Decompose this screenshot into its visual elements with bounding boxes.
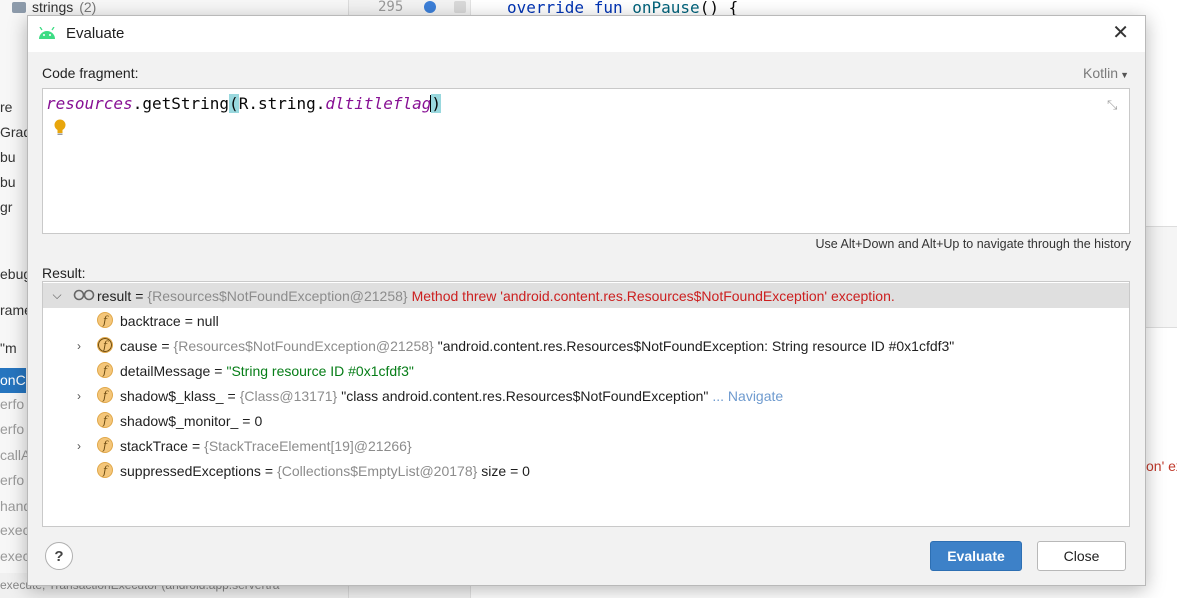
close-icon[interactable]: ✕ xyxy=(1112,22,1129,44)
chevron-down-icon[interactable]: ⌵ xyxy=(51,288,63,303)
bg-panel-item[interactable]: erfo xyxy=(0,392,30,417)
field-ref: {StackTraceElement[19]@21266} xyxy=(204,437,412,454)
field-row[interactable]: f backtrace = null xyxy=(43,308,1129,333)
android-icon xyxy=(39,27,55,39)
field-name: stackTrace xyxy=(120,437,188,454)
code-method: getString xyxy=(142,94,230,113)
field-eq: = xyxy=(184,312,193,329)
field-row[interactable]: › f cause = {Resources$NotFoundException@212… xyxy=(43,333,1129,358)
console-error-fragment: on' ex xyxy=(1146,458,1177,474)
field-eq: = xyxy=(242,412,251,429)
tree-node-count: (2) xyxy=(79,0,97,15)
chevron-right-icon[interactable]: › xyxy=(73,339,85,353)
watch-result-icon xyxy=(73,289,95,301)
navigate-link[interactable]: ... Navigate xyxy=(712,388,783,404)
folder-icon xyxy=(12,1,26,13)
close-button[interactable]: Close xyxy=(1037,541,1126,571)
editor-right-panel xyxy=(1146,226,1177,328)
language-label: Kotlin xyxy=(1083,65,1119,81)
field-icon: f xyxy=(97,387,113,403)
field-ref: {Resources$NotFoundException@21258} xyxy=(173,337,434,354)
result-ref: {Resources$NotFoundException@21258} xyxy=(147,287,408,304)
history-hint: Use Alt+Down and Alt+Up to navigate thro… xyxy=(815,237,1131,251)
language-selector[interactable]: Kotlin ▼ xyxy=(1083,65,1129,81)
result-row[interactable]: ⌵ result = {Resources$NotFoundException@… xyxy=(43,283,1129,308)
field-eq: = xyxy=(161,337,170,354)
lightbulb-icon[interactable] xyxy=(53,119,67,137)
field-row[interactable]: › f stackTrace = {StackTraceElement[19]@2126… xyxy=(43,433,1129,458)
field-name: backtrace xyxy=(120,312,181,329)
dialog-titlebar[interactable]: Evaluate ✕ xyxy=(28,16,1145,52)
bg-panel-item[interactable]: erfo xyxy=(0,417,30,442)
result-tree[interactable]: ⌵ result = {Resources$NotFoundException@… xyxy=(42,281,1130,527)
field-value: null xyxy=(196,312,219,329)
result-label: Result: xyxy=(42,265,86,281)
code-open-paren: ( xyxy=(229,94,239,113)
field-eq: = xyxy=(214,362,223,379)
code-fragment-text[interactable]: resources.getString(R.string.dltitleflag… xyxy=(46,94,441,113)
field-name: shadow$_klass_ xyxy=(120,387,224,404)
field-icon: f xyxy=(97,462,113,478)
field-name: suppressedExceptions xyxy=(120,462,261,479)
chevron-right-icon[interactable]: › xyxy=(73,439,85,453)
bg-panel-item[interactable]: re xyxy=(0,95,30,120)
bg-panel-item[interactable]: Gradl xyxy=(0,120,30,145)
bookmark-icon xyxy=(454,1,466,13)
result-eq: = xyxy=(135,287,144,304)
field-icon: f xyxy=(97,437,113,453)
field-name: cause xyxy=(120,337,158,354)
field-value: "class android.content.res.Resources$Not… xyxy=(341,387,709,404)
field-row[interactable]: f suppressedExceptions = {Collections$Empty… xyxy=(43,458,1129,483)
chevron-right-icon[interactable]: › xyxy=(73,389,85,403)
dialog-title: Evaluate xyxy=(66,25,125,42)
evaluate-button[interactable]: Evaluate xyxy=(930,541,1022,571)
override-marker-icon[interactable] xyxy=(424,1,436,13)
tree-node-label: strings xyxy=(32,0,74,15)
code-receiver: resources xyxy=(46,94,133,113)
field-icon: f xyxy=(97,362,113,378)
bg-panel-item[interactable]: hand xyxy=(0,494,30,519)
bg-panel-item[interactable]: bu xyxy=(0,170,30,195)
bg-panel-item[interactable]: "m xyxy=(0,336,30,361)
code-fragment-label: Code fragment: xyxy=(42,65,139,81)
field-eq: = xyxy=(264,462,274,479)
code-arg-field: dltitleflag xyxy=(325,94,432,113)
evaluate-dialog: Evaluate ✕ Code fragment: Kotlin ▼ resour… xyxy=(27,15,1146,586)
field-row[interactable]: f shadow$_monitor_ = 0 xyxy=(43,408,1129,433)
field-eq: = xyxy=(191,437,201,454)
code-arg-prefix: R.string. xyxy=(238,94,326,113)
bg-panel-item[interactable]: exec xyxy=(0,544,30,569)
field-icon: f xyxy=(97,337,113,353)
field-row[interactable]: › f shadow$_klass_ = {Class@13171} "class and… xyxy=(43,383,1129,408)
field-name: detailMessage xyxy=(120,362,211,379)
chevron-down-icon: ▼ xyxy=(1120,70,1129,80)
result-name: result xyxy=(97,287,132,304)
field-row[interactable]: f detailMessage = "String resource ID #0x1c… xyxy=(43,358,1129,383)
field-icon: f xyxy=(97,412,113,428)
bg-panel-item[interactable]: erfo xyxy=(0,468,30,493)
field-icon: f xyxy=(97,312,113,328)
field-value: size = 0 xyxy=(481,462,530,479)
field-name: shadow$_monitor_ xyxy=(120,412,239,429)
field-eq: = xyxy=(227,387,236,404)
code-close-paren: ) xyxy=(431,94,441,113)
bg-panel-item[interactable]: rame xyxy=(0,298,30,323)
field-ref: {Collections$EmptyList@20178} xyxy=(277,462,478,479)
field-ref: {Class@13171} xyxy=(239,387,338,404)
field-value: "String resource ID #0x1cfdf3" xyxy=(226,362,414,379)
code-dot: . xyxy=(132,94,143,113)
result-error: Method threw 'android.content.res.Resour… xyxy=(411,287,895,304)
bg-panel-item[interactable]: exec xyxy=(0,518,30,543)
code-fragment-editor[interactable]: resources.getString(R.string.dltitleflag… xyxy=(42,88,1130,234)
field-value: "android.content.res.Resources$NotFoundE… xyxy=(437,337,955,354)
bg-panel-item[interactable]: onCr xyxy=(0,368,26,393)
bg-panel-item[interactable]: bu xyxy=(0,145,30,170)
bg-panel-item[interactable]: ebug xyxy=(0,262,30,287)
collapse-icon[interactable]: ⤡ xyxy=(1107,97,1121,112)
field-value: 0 xyxy=(254,412,263,429)
bg-panel-item[interactable]: gr xyxy=(0,195,30,220)
help-button[interactable]: ? xyxy=(45,542,73,570)
bg-panel-item[interactable]: callA xyxy=(0,443,30,468)
